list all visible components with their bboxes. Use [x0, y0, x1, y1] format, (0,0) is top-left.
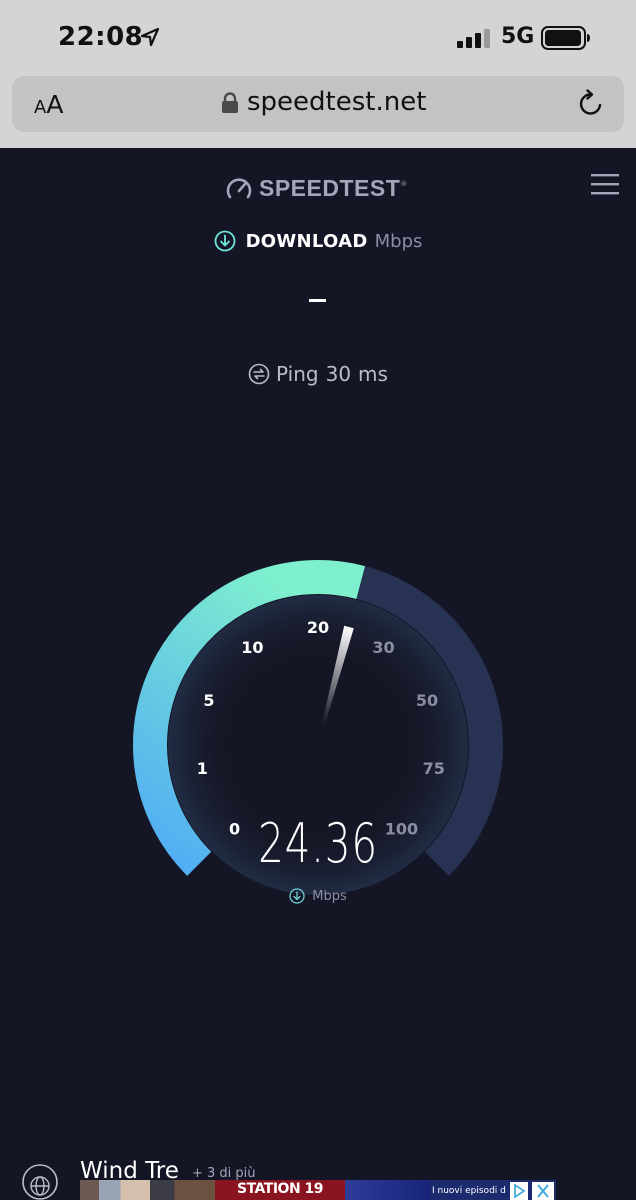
- isp-more-link[interactable]: + 3 di più: [192, 1166, 256, 1181]
- gauge-tick-label: 1: [197, 759, 208, 778]
- ping-row: Ping 30 ms: [0, 362, 636, 386]
- reload-icon[interactable]: [576, 89, 606, 119]
- network-type: 5G: [501, 24, 535, 49]
- ad-graphic: [345, 1180, 430, 1200]
- download-header: DOWNLOAD Mbps: [0, 230, 636, 252]
- gauge-tick-label: 30: [372, 638, 394, 657]
- logo-text: SPEEDTEST: [259, 174, 401, 201]
- ad-choices-icon[interactable]: [510, 1182, 528, 1200]
- ad-show-banner: STATION 19: [215, 1180, 345, 1200]
- cellular-signal-icon: [457, 29, 490, 48]
- current-speed: 24.36: [258, 812, 378, 875]
- gauge-tick-label: 5: [203, 691, 214, 710]
- gauge-tick-label: 10: [241, 638, 263, 657]
- battery-icon: [541, 26, 590, 50]
- gauge-logo-icon: [226, 178, 252, 199]
- gauge-tick-label: 50: [416, 691, 438, 710]
- speed-unit-row: Mbps: [0, 888, 636, 904]
- ping-icon: [248, 363, 270, 385]
- gauge-tick-label: 20: [307, 618, 329, 637]
- gauge-tick-label: 75: [423, 759, 445, 778]
- hamburger-menu-icon[interactable]: [591, 172, 619, 196]
- text-size-button[interactable]: AA: [34, 90, 63, 119]
- ad-text: I nuovi episodi d: [432, 1186, 506, 1196]
- location-arrow-icon: [140, 27, 160, 47]
- ping-unit: ms: [358, 362, 388, 386]
- speed-unit: Mbps: [312, 888, 347, 904]
- download-unit: Mbps: [374, 230, 423, 252]
- url-text[interactable]: speedtest.net: [247, 87, 426, 117]
- download-title: DOWNLOAD: [245, 230, 368, 252]
- download-arrow-icon: [214, 230, 235, 252]
- ios-browser-chrome: 22:08 5G AA speedtest.net: [0, 0, 636, 148]
- download-value-placeholder: [309, 299, 326, 302]
- lock-icon: [222, 92, 238, 113]
- globe-icon[interactable]: [22, 1164, 58, 1200]
- download-small-icon: [289, 888, 305, 904]
- speedtest-logo[interactable]: SPEEDTEST ®: [225, 172, 407, 204]
- address-bar[interactable]: AA speedtest.net: [12, 76, 624, 132]
- ping-value: 30: [325, 362, 352, 386]
- advertisement-banner[interactable]: STATION 19 I nuovi episodi d: [80, 1180, 556, 1200]
- ping-label: Ping: [276, 362, 319, 386]
- ad-cast-image: [80, 1180, 215, 1200]
- close-icon[interactable]: [532, 1182, 554, 1200]
- logo-trademark: ®: [400, 180, 408, 188]
- status-time: 22:08: [58, 22, 144, 52]
- ad-title: STATION 19: [237, 1181, 324, 1197]
